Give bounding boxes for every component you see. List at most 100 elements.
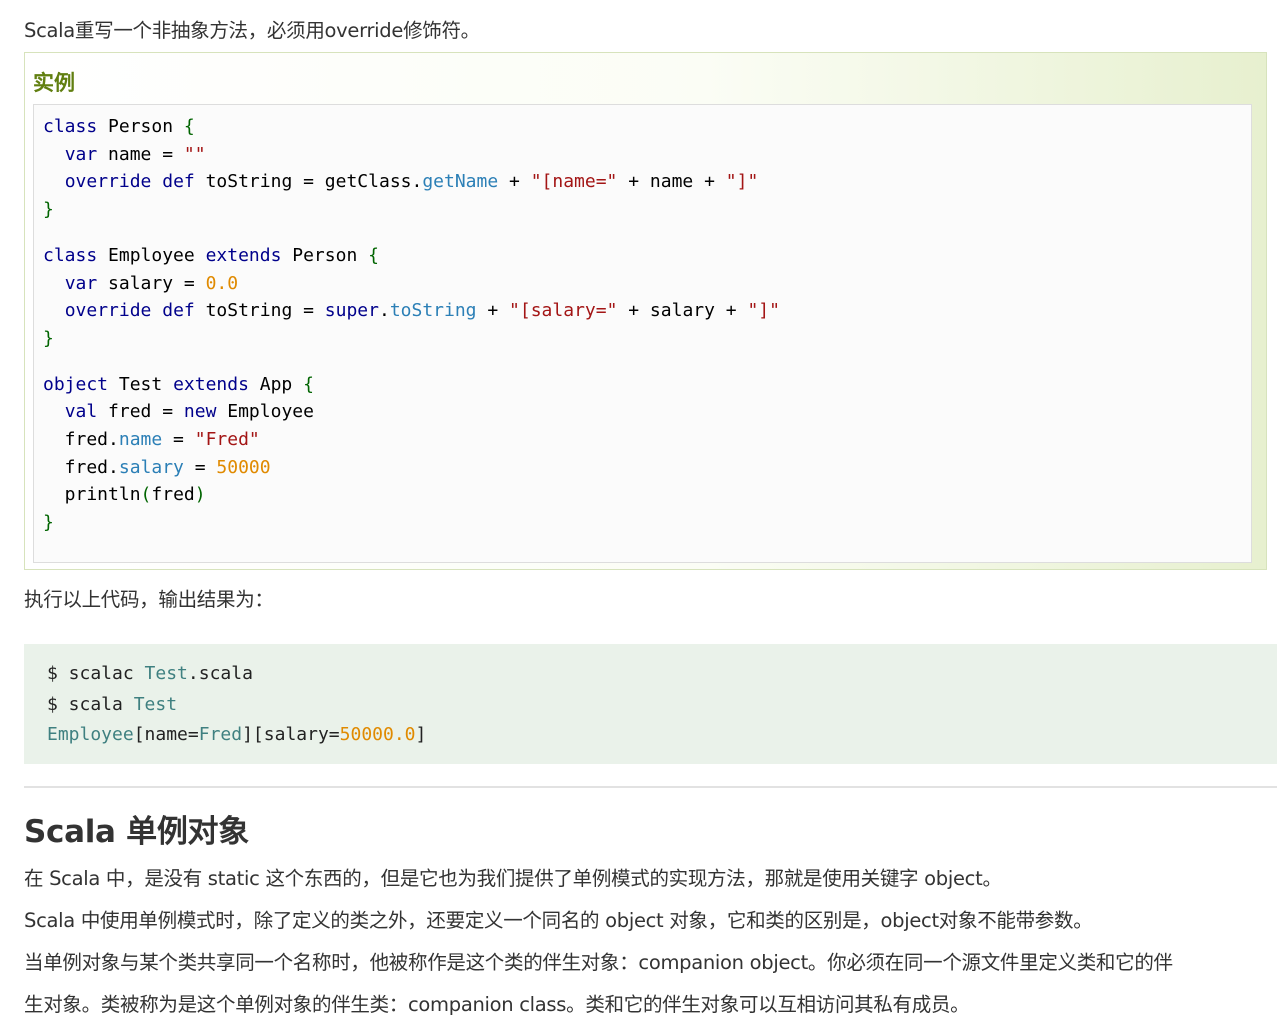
divider [24, 786, 1277, 788]
code-line: println(fred) [43, 481, 780, 509]
code-token: $ scala [47, 693, 134, 715]
code-token: val [64, 401, 98, 423]
code-token: 0.0 [205, 272, 239, 294]
code-token: new [183, 401, 217, 423]
code-token: extends [205, 244, 282, 266]
code-line: } [43, 509, 780, 537]
code-token: class [43, 244, 98, 266]
code-token: override [64, 300, 152, 322]
section-title: Scala 单例对象 [24, 814, 249, 850]
code-token: name [118, 429, 163, 451]
code-line: } [43, 325, 780, 353]
code-token: = [162, 429, 195, 451]
code-token: { [183, 116, 195, 137]
code-token: + [476, 300, 510, 322]
paragraph: 在 Scala 中，是没有 static 这个东西的，但是它也为我们提供了单例模… [24, 867, 1002, 890]
code-token: Person [281, 244, 369, 266]
code-token: fred. [43, 456, 119, 478]
output-intro: 执行以上代码，输出结果为： [24, 588, 274, 611]
code-token: { [303, 373, 314, 395]
code-token: ) [194, 484, 206, 506]
code-token: extends [173, 373, 249, 395]
code-line: object Test extends App { [43, 371, 780, 399]
code-line: override def toString = super.toString +… [43, 297, 780, 325]
paragraph: Scala 中使用单例模式时，除了定义的类之外，还要定义一个同名的 object… [24, 909, 1093, 932]
code-token: Employee [216, 401, 314, 423]
code-line: $ scalac Test.scala [47, 659, 426, 690]
code-token: } [43, 199, 54, 221]
code-token: "[name=" [530, 171, 618, 193]
code-token: = [183, 456, 217, 478]
code-token: Test [144, 663, 188, 684]
code-line: class Person { [43, 113, 780, 141]
paragraph: 生对象。类被称为是这个单例对象的伴生类：companion class。类和它的… [24, 993, 970, 1016]
code-token: Test [108, 373, 174, 395]
example-title: 实例 [33, 71, 75, 95]
code-token: toString [389, 300, 477, 322]
code-token: .scala [187, 663, 253, 684]
code-token: Employee [97, 244, 206, 266]
code-token: . [378, 300, 390, 322]
code-token: object [43, 373, 109, 395]
code-line: fred.salary = 50000 [43, 454, 780, 482]
code-token: Person [97, 116, 184, 137]
code-line: $ scala Test [47, 690, 426, 721]
code-token: name = [97, 143, 184, 165]
code-token: var [64, 272, 98, 294]
output-block: $ scalac Test.scala $ scala Test Employee[… [24, 644, 1277, 764]
code-token: "Fred" [194, 429, 260, 451]
code-token: $ scalac [47, 663, 145, 684]
code-token: toString = [194, 300, 325, 322]
code-token: } [43, 512, 54, 534]
code-token: "]" [725, 171, 759, 193]
code-token: 50000.0 [339, 724, 416, 745]
code-token: Test [133, 693, 178, 715]
code-token: Fred [198, 724, 243, 745]
code-token: toString = getClass. [194, 171, 423, 193]
code-token: 50000 [216, 456, 271, 478]
code-token: { [368, 244, 379, 266]
code-token: salary [118, 456, 184, 478]
code-token: super [324, 300, 379, 322]
code-token: class [43, 116, 98, 137]
code-token: var [64, 143, 98, 165]
code-token: getName [422, 171, 499, 193]
code-token: } [43, 327, 54, 349]
code-token: App [248, 373, 304, 395]
code-line: val fred = new Employee [43, 398, 780, 426]
intro-text: Scala重写一个非抽象方法，必须用override修饰符。 [24, 19, 480, 42]
code-line: fred.name = "Fred" [43, 426, 780, 454]
code-token: "[salary=" [509, 300, 618, 322]
code-line: Employee[name=Fred][salary=50000.0] [47, 720, 426, 751]
output-content: $ scalac Test.scala $ scala Test Employee[… [47, 659, 426, 751]
code-token: ] [415, 724, 427, 745]
code-content: class Person { var name = "" override de… [43, 113, 780, 537]
code-token: + [498, 171, 531, 193]
code-token: println [43, 484, 141, 506]
paragraph: 当单例对象与某个类共享同一个名称时，他被称作是这个类的伴生对象：companio… [24, 951, 1173, 974]
code-token: ( [140, 484, 152, 506]
code-token: override [64, 171, 152, 193]
code-line: var name = "" [43, 141, 780, 169]
code-token: fred = [97, 401, 184, 423]
code-token: + name + [617, 171, 726, 193]
example-box: 实例 class Person { var name = "" override… [24, 52, 1267, 570]
code-token: salary = [97, 272, 206, 294]
code-line: class Employee extends Person { [43, 242, 780, 270]
code-line: override def toString = getClass.getName… [43, 168, 780, 196]
code-token: "]" [747, 300, 780, 322]
code-line: var salary = 0.0 [43, 270, 780, 298]
code-token: [name= [133, 724, 199, 745]
code-line: } [43, 196, 780, 224]
code-token: ][salary= [242, 724, 340, 745]
code-token: + salary + [617, 300, 748, 322]
